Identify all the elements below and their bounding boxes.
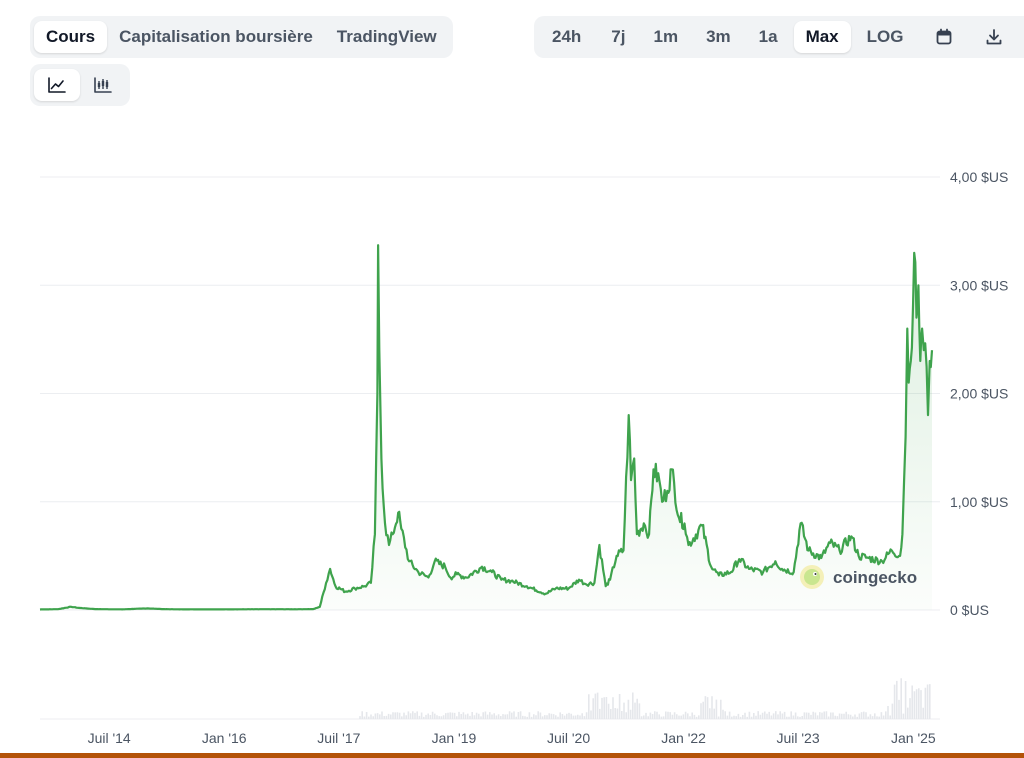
coingecko-watermark: coingecko	[800, 565, 917, 589]
y-tick-label: 4,00 $US	[950, 169, 1008, 185]
x-tick-label: Juil '14	[88, 730, 131, 746]
x-tick-label: Juil '17	[317, 730, 360, 746]
y-tick-label: 3,00 $US	[950, 277, 1008, 293]
grid-lines	[40, 176, 940, 720]
y-tick-label: 2,00 $US	[950, 386, 1008, 402]
price-area-fill	[40, 245, 932, 610]
y-tick-label: 0 $US	[950, 602, 989, 618]
gecko-logo-icon	[800, 565, 824, 589]
price-area	[40, 245, 932, 610]
price-chart[interactable]: 4,00 $US 3,00 $US 2,00 $US 1,00 $US 0 $US Ju…	[0, 0, 1024, 758]
x-tick-label: Jan '19	[432, 730, 477, 746]
x-axis: Juil '14 Jan '16 Juil '17 Jan '19 Juil '20 Ja…	[88, 730, 936, 746]
x-tick-label: Jan '25	[891, 730, 936, 746]
page-bottom-strip	[0, 753, 1024, 758]
x-tick-label: Juil '20	[547, 730, 590, 746]
x-tick-label: Jan '16	[202, 730, 247, 746]
volume-bars-path	[359, 678, 931, 719]
y-tick-label: 1,00 $US	[950, 494, 1008, 510]
watermark-text: coingecko	[833, 568, 917, 587]
y-axis: 4,00 $US 3,00 $US 2,00 $US 1,00 $US 0 $US	[950, 169, 1008, 618]
x-tick-label: Jan '22	[661, 730, 706, 746]
x-tick-label: Juil '23	[776, 730, 819, 746]
volume-bars	[359, 678, 931, 719]
